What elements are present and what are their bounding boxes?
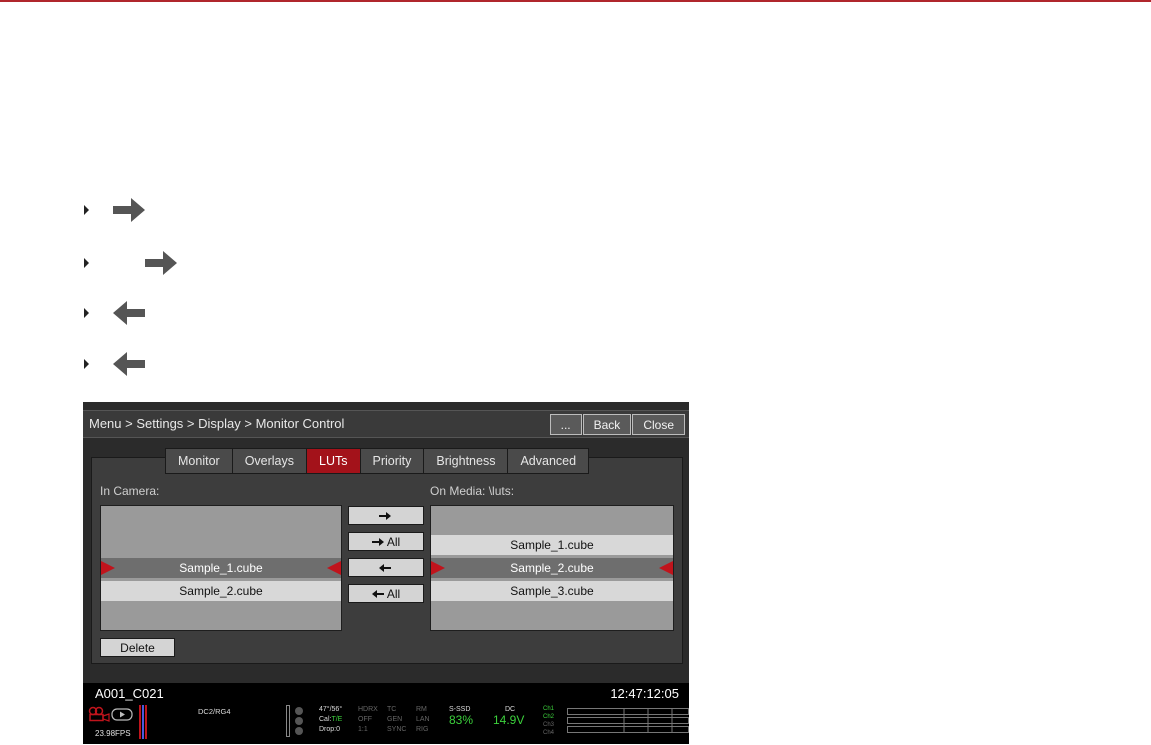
- back-button[interactable]: Back: [582, 414, 632, 435]
- tc-column: TC GEN SYNC: [387, 705, 406, 735]
- temp-column: 47°/56° Cal:T/E Drop:0: [319, 705, 342, 735]
- tc-value: GEN: [387, 716, 403, 723]
- on-media-list[interactable]: Sample_1.cube Sample_2.cube Sample_3.cub…: [430, 505, 674, 631]
- status-dot: [295, 707, 303, 715]
- list-item[interactable]: Sample_3.cube: [431, 581, 673, 601]
- cal-label: Cal:: [319, 716, 332, 723]
- in-camera-label: In Camera:: [100, 484, 160, 498]
- bullet-icon: [84, 359, 89, 369]
- in-camera-list[interactable]: Sample_1.cube Sample_2.cube: [100, 505, 342, 631]
- media-column: S-SSD 83%: [449, 705, 474, 727]
- cal-readout: Cal:T/E: [319, 715, 342, 725]
- camera-record-icon[interactable]: [88, 706, 110, 722]
- copy-all-to-camera-button[interactable]: All: [348, 584, 424, 603]
- legend-row-copy-all-to-camera: [84, 349, 149, 379]
- status-bar: 23.98FPS DC2/RG4 47°/56° Cal:T/E Drop:0 …: [83, 703, 689, 744]
- copy-all-to-camera-label: All: [386, 586, 401, 601]
- list-item[interactable]: Sample_1.cube: [431, 535, 673, 555]
- status-dot: [295, 727, 303, 735]
- hdrx-value: OFF: [358, 716, 372, 723]
- tab-monitor[interactable]: Monitor: [166, 449, 233, 473]
- close-button[interactable]: Close: [632, 414, 685, 435]
- voltage-readout: 14.9V: [493, 713, 525, 727]
- selection-marker-left-icon: [431, 561, 445, 575]
- aspect-value: 1:1: [358, 726, 368, 733]
- arrow-left-icon: [378, 563, 391, 572]
- playback-icon[interactable]: [111, 708, 133, 721]
- selection-marker-left-icon: [101, 561, 115, 575]
- list-item[interactable]: Sample_1.cube: [101, 558, 341, 578]
- breadcrumb: Menu > Settings > Display > Monitor Cont…: [89, 416, 345, 431]
- list-item[interactable]: Sample_2.cube: [101, 581, 341, 601]
- rm-label: RM: [416, 706, 427, 713]
- resolution-readout: DC2/RG4: [198, 707, 231, 716]
- sync-value: SYNC: [387, 726, 407, 733]
- selection-marker-right-icon: [659, 561, 673, 575]
- hdrx-label: HDRX: [358, 706, 378, 713]
- copy-all-to-media-button[interactable]: All: [348, 532, 424, 551]
- arrow-left-icon: [113, 301, 145, 325]
- bullet-icon: [84, 308, 89, 318]
- arrow-right-icon: [113, 198, 145, 222]
- media-percent: 83%: [449, 713, 474, 727]
- channel-label: Ch2: [543, 714, 555, 720]
- clip-name: A001_C021: [95, 686, 164, 701]
- audio-meter: [567, 708, 689, 733]
- arrow-right-icon: [371, 537, 384, 546]
- hdrx-column: HDRX OFF 1:1: [358, 705, 378, 735]
- legend-row-copy-to-camera: [84, 298, 149, 328]
- list-item-label: Sample_2.cube: [179, 584, 263, 598]
- arrow-right-all-icon: [145, 251, 177, 275]
- list-item[interactable]: Sample_2.cube: [431, 558, 673, 578]
- on-media-label: On Media: \luts:: [430, 484, 515, 498]
- audio-level-icon: [139, 705, 147, 739]
- legend-row-copy-all-to-media: [84, 248, 181, 278]
- channel-label: Ch4: [543, 730, 555, 736]
- fps-readout: 23.98FPS: [95, 729, 131, 738]
- delete-button[interactable]: Delete: [100, 638, 175, 657]
- list-item-label: Sample_1.cube: [510, 538, 594, 552]
- arrow-right-icon: [378, 511, 391, 520]
- legend-row-copy-to-media: [84, 195, 149, 225]
- bullet-icon: [84, 258, 89, 268]
- top-rule: [0, 0, 1151, 2]
- tab-luts[interactable]: LUTs: [307, 449, 361, 473]
- cal-value: T/E: [331, 716, 343, 723]
- tab-bar: Monitor Overlays LUTs Priority Brightnes…: [165, 448, 590, 474]
- tc-label: TC: [387, 706, 397, 713]
- rm-value: LAN: [416, 716, 430, 723]
- tab-advanced[interactable]: Advanced: [508, 449, 589, 473]
- power-column: DC 14.9V: [493, 705, 525, 727]
- list-item-label: Sample_2.cube: [510, 561, 594, 575]
- tab-overlays[interactable]: Overlays: [232, 449, 308, 473]
- channel-column: Ch1 Ch2 Ch3 Ch4: [543, 705, 554, 737]
- channel-label: Ch1: [543, 706, 555, 712]
- tab-priority[interactable]: Priority: [360, 449, 425, 473]
- copy-to-camera-button[interactable]: [348, 558, 424, 577]
- selection-marker-right-icon: [327, 561, 341, 575]
- drop-readout: Drop:0: [319, 726, 341, 733]
- status-dot: [295, 717, 303, 725]
- camera-screen: Menu > Settings > Display > Monitor Cont…: [83, 402, 689, 744]
- level-bar: [286, 705, 290, 737]
- menu-buttons: ... Back Close: [549, 414, 685, 435]
- list-item-label: Sample_1.cube: [179, 561, 263, 575]
- list-item-label: Sample_3.cube: [510, 584, 594, 598]
- rig-value: RIG: [416, 726, 429, 733]
- copy-to-media-button[interactable]: [348, 506, 424, 525]
- channel-label: Ch3: [543, 722, 555, 728]
- rm-column: RM LAN RIG: [416, 705, 430, 735]
- temp-readout: 47°/56°: [319, 706, 343, 713]
- menu-bar: Menu > Settings > Display > Monitor Cont…: [83, 410, 689, 438]
- bullet-icon: [84, 205, 89, 215]
- copy-all-to-media-label: All: [386, 534, 401, 549]
- arrow-left-all-icon: [113, 352, 145, 376]
- tab-brightness[interactable]: Brightness: [424, 449, 509, 473]
- more-button[interactable]: ...: [549, 414, 582, 435]
- clip-bar: A001_C021 12:47:12:05: [83, 683, 689, 703]
- arrow-left-icon: [371, 589, 384, 598]
- timecode: 12:47:12:05: [610, 686, 679, 701]
